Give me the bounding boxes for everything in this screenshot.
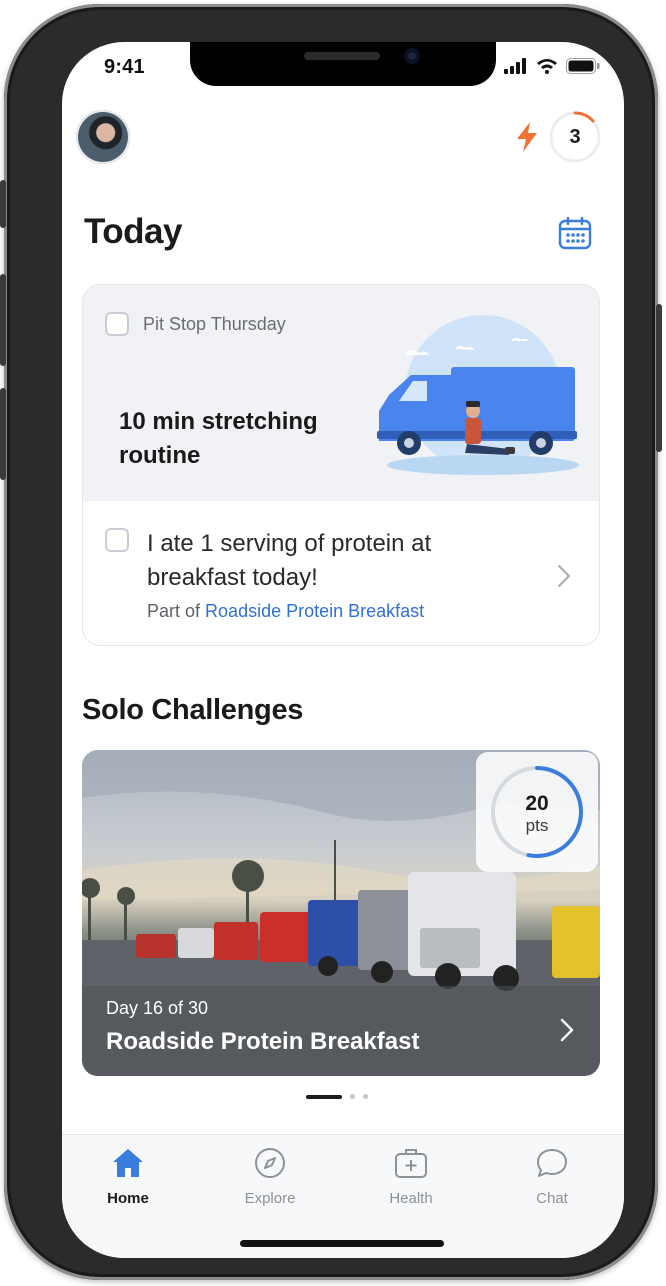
solo-challenges-title: Solo Challenges xyxy=(82,694,304,726)
tab-explore-label: Explore xyxy=(244,1190,296,1207)
chevron-right-icon[interactable] xyxy=(560,1018,574,1042)
volume-down-button xyxy=(0,388,6,480)
home-indicator xyxy=(240,1240,444,1247)
page-dot[interactable] xyxy=(363,1094,368,1099)
tab-health-label: Health xyxy=(389,1190,433,1207)
app-screen: 9:41 3 Today Pit Stop Thursday 10 min st… xyxy=(62,42,624,1258)
streak-count: 3 xyxy=(569,126,581,148)
challenge-day-label: Day 16 of 30 xyxy=(106,998,209,1018)
home-icon xyxy=(113,1149,143,1177)
volume-up-button xyxy=(0,274,6,366)
medical-kit-icon xyxy=(395,1149,427,1178)
points-value: 20 xyxy=(525,792,549,815)
chat-bubble-icon xyxy=(537,1149,567,1177)
notch xyxy=(190,42,496,86)
points-badge: 20 pts xyxy=(476,752,598,872)
part-of-prefix: Part of xyxy=(147,601,201,621)
speaker-grille xyxy=(304,52,380,60)
protein-task-text: I ate 1 serving of protein at breakfast … xyxy=(147,530,432,591)
page-dot[interactable] xyxy=(350,1094,355,1099)
tab-home[interactable]: Home xyxy=(78,1147,178,1207)
compass-icon xyxy=(255,1148,285,1178)
battery-icon xyxy=(566,58,600,74)
tab-home-label: Home xyxy=(107,1190,149,1207)
tab-health[interactable]: Health xyxy=(361,1147,461,1207)
protein-checkbox[interactable] xyxy=(105,528,129,552)
pit-stop-label: Pit Stop Thursday xyxy=(143,314,286,334)
lightning-bolt-icon xyxy=(517,122,537,152)
calendar-icon[interactable] xyxy=(558,216,592,250)
points-unit: pts xyxy=(525,816,549,835)
chevron-right-icon[interactable] xyxy=(557,564,571,588)
challenge-link[interactable]: Roadside Protein Breakfast xyxy=(205,601,424,621)
pit-stop-checkbox[interactable] xyxy=(105,312,129,336)
carousel-page-indicator[interactable] xyxy=(306,1094,368,1099)
tab-chat-label: Chat xyxy=(536,1190,568,1207)
status-icons xyxy=(504,58,600,74)
signal-icon xyxy=(504,58,526,74)
pit-stop-task[interactable]: Pit Stop Thursday 10 min stretching rout… xyxy=(83,285,599,501)
mute-switch xyxy=(0,180,6,228)
challenge-name: Roadside Protein Breakfast xyxy=(106,1028,420,1055)
wifi-icon xyxy=(537,59,557,74)
tab-explore[interactable]: Explore xyxy=(220,1147,320,1207)
today-title: Today xyxy=(84,212,182,251)
streak-counter[interactable]: 3 xyxy=(548,110,602,164)
lightning-bolt-shape xyxy=(517,122,537,152)
status-time: 9:41 xyxy=(104,56,145,78)
power-button xyxy=(656,304,662,452)
front-camera xyxy=(404,48,420,64)
truck-driver-illustration xyxy=(377,315,579,475)
page-dot-active[interactable] xyxy=(306,1094,342,1099)
challenge-reference: Part of Roadside Protein Breakfast xyxy=(147,601,424,622)
today-tasks-card: Pit Stop Thursday 10 min stretching rout… xyxy=(82,284,600,646)
stretching-task-title: 10 min stretching routine xyxy=(119,408,318,469)
challenge-card[interactable]: 20 pts Day 16 of 30 Roadside Protein Bre… xyxy=(82,750,600,1076)
tab-chat[interactable]: Chat xyxy=(502,1147,602,1207)
user-avatar[interactable] xyxy=(76,110,130,164)
